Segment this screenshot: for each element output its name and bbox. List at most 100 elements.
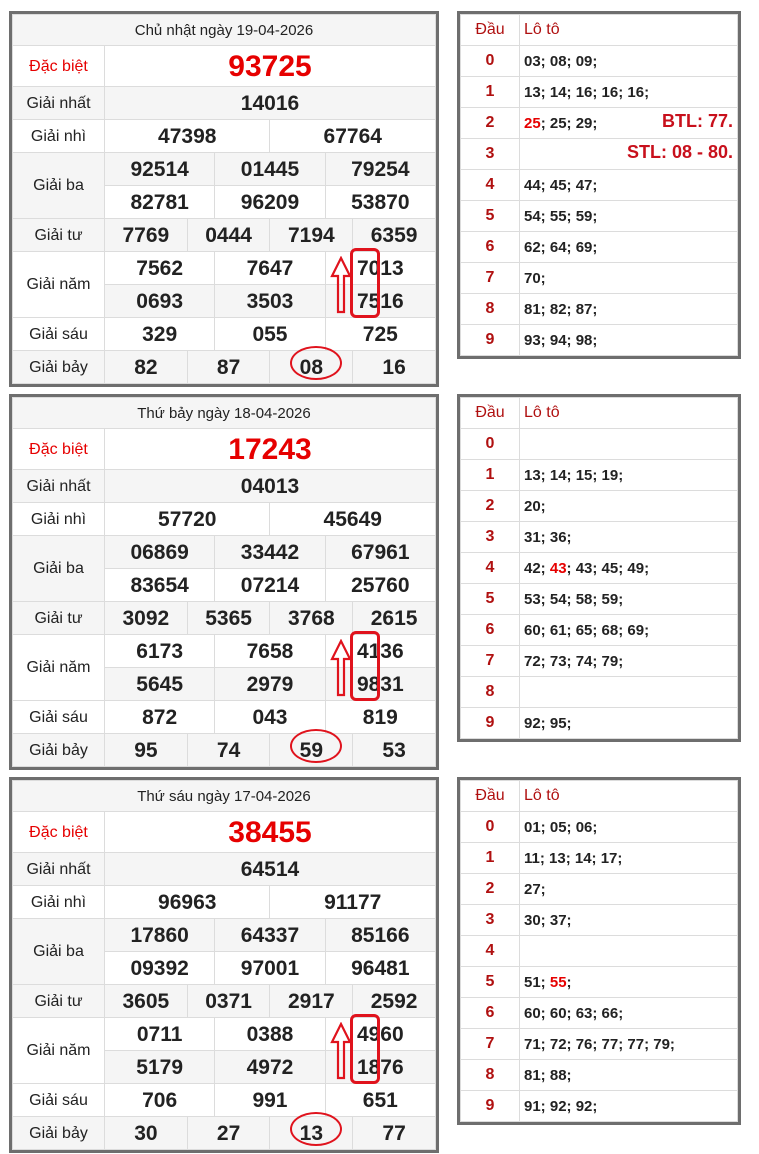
fifth-prize-number: 0388: [214, 1017, 326, 1051]
first-prize-number: 14016: [104, 86, 436, 120]
fourth-prize-number: 5365: [186, 601, 271, 635]
prize-label: Giải nhất: [12, 86, 105, 120]
loto-row: 7 71; 72; 76; 77; 77; 79;: [460, 1028, 738, 1060]
second-prize-number: 91177: [269, 885, 436, 919]
sixth-prize-number: 329: [103, 317, 216, 351]
seventh-prize-number: 53: [352, 733, 436, 767]
second-prize-number: 67764: [269, 119, 436, 153]
loto-number-text: 81; 82; 87;: [524, 300, 598, 318]
loto-head-digit: 2: [460, 490, 520, 522]
loto-number-text: 70;: [524, 269, 546, 287]
loto-values: 93; 94; 98;: [519, 324, 738, 356]
loto-values: 13; 14; 16; 16; 16;: [519, 76, 738, 108]
loto-head-digit: 1: [460, 459, 520, 491]
loto-row: 5 53; 54; 58; 59;: [460, 583, 738, 615]
prediction-note: BTL: 77.: [661, 111, 733, 131]
loto-row: 3 30; 37;: [460, 904, 738, 936]
loto-head-digit: 9: [460, 1090, 520, 1122]
prize-label: Đặc biệt: [12, 811, 105, 853]
prize-label: Giải bảy: [12, 350, 105, 384]
fifth-prize-number: 0693: [103, 284, 216, 318]
loto-values: 81; 82; 87;: [519, 293, 738, 325]
up-arrow-icon: [330, 639, 352, 697]
loto-values: 11; 13; 14; 17;: [519, 842, 738, 874]
prize-label: Giải ba: [12, 535, 105, 602]
loto-values: 51; 55;: [519, 966, 738, 998]
loto-row: 2 20;: [460, 490, 738, 522]
highlight-box: [350, 1014, 380, 1084]
sixth-prize-number: 872: [103, 700, 216, 734]
special-loto-number: 55: [549, 973, 567, 991]
loto-values: 42; 43; 43; 45; 49;: [519, 552, 738, 584]
loto-values: STL: 08 - 80.: [519, 138, 738, 170]
result-table-0: Chủ nhật ngày 19-04-2026 Đặc biệt 93725 Giả…: [9, 11, 439, 387]
fifth-prize-number: 0711: [103, 1017, 216, 1051]
loto-row: 8 81; 88;: [460, 1059, 738, 1091]
loto-head-digit: 0: [460, 428, 520, 460]
fifth-prize-number: 6173: [103, 634, 216, 668]
highlight-circle: [290, 346, 342, 380]
loto-values: 01; 05; 06;: [519, 811, 738, 843]
fourth-prize-number: 2615: [352, 601, 436, 635]
fifth-prize-number: 5179: [103, 1050, 216, 1084]
seventh-prize-number: 77: [352, 1116, 436, 1150]
loto-row: 0 03; 08; 09;: [460, 45, 738, 77]
loto-values: 44; 45; 47;: [519, 169, 738, 201]
loto-number-text: 72; 73; 74; 79;: [524, 652, 624, 670]
prize-label: Giải sáu: [12, 700, 105, 734]
loto-head-digit: 1: [460, 842, 520, 874]
loto-row: 4: [460, 935, 738, 967]
loto-row: 8: [460, 676, 738, 708]
loto-head-digit: 3: [460, 904, 520, 936]
loto-header-head: Đầu: [460, 397, 520, 429]
special-loto-number: 43: [549, 559, 567, 577]
loto-row: 6 60; 60; 63; 66;: [460, 997, 738, 1029]
seventh-prize-number: 16: [352, 350, 436, 384]
prize-label: Giải sáu: [12, 1083, 105, 1117]
loto-number-text: 03; 08; 09;: [524, 52, 598, 70]
fourth-prize-number: 7769: [104, 218, 188, 252]
prize-label: Giải bảy: [12, 1116, 105, 1150]
third-prize-number: 01445: [214, 152, 326, 186]
special-prize-number: 93725: [104, 45, 436, 87]
loto-values: 31; 36;: [519, 521, 738, 553]
fourth-prize-number: 2592: [352, 984, 436, 1018]
loto-head-digit: 6: [460, 231, 520, 263]
loto-row: 3 STL: 08 - 80.: [460, 138, 738, 170]
prize-label: Giải nhất: [12, 852, 105, 886]
loto-values: 53; 54; 58; 59;: [519, 583, 738, 615]
loto-head-digit: 9: [460, 707, 520, 739]
loto-row: 9 92; 95;: [460, 707, 738, 739]
fifth-prize-number: 5645: [103, 667, 216, 701]
loto-head-digit: 6: [460, 614, 520, 646]
fourth-prize-number: 3768: [269, 601, 354, 635]
loto-number-text: 91; 92; 92;: [524, 1097, 598, 1115]
loto-number-text: 60; 60; 63; 66;: [524, 1004, 624, 1022]
first-prize-number: 64514: [104, 852, 436, 886]
loto-row: 6 62; 64; 69;: [460, 231, 738, 263]
second-prize-number: 57720: [103, 502, 271, 536]
loto-head-digit: 7: [460, 1028, 520, 1060]
loto-values: 27;: [519, 873, 738, 905]
loto-values: 25; 25; 29; BTL: 77.: [519, 107, 738, 139]
loto-values: 70;: [519, 262, 738, 294]
loto-head-digit: 5: [460, 583, 520, 615]
loto-values: 92; 95;: [519, 707, 738, 739]
third-prize-number: 79254: [324, 152, 437, 186]
seventh-prize-number: 27: [186, 1116, 271, 1150]
loto-row: 5 51; 55;: [460, 966, 738, 998]
loto-values: 91; 92; 92;: [519, 1090, 738, 1122]
prize-label: Giải tư: [12, 984, 105, 1018]
seventh-prize-number: 82: [104, 350, 188, 384]
loto-row: 2 25; 25; 29; BTL: 77.: [460, 107, 738, 139]
loto-row: 7 72; 73; 74; 79;: [460, 645, 738, 677]
loto-values: 13; 14; 15; 19;: [519, 459, 738, 491]
fourth-prize-number: 7194: [269, 218, 354, 252]
loto-head-digit: 4: [460, 169, 520, 201]
loto-number-text: 01; 05; 06;: [524, 818, 598, 836]
prize-label: Giải tư: [12, 601, 105, 635]
loto-head-digit: 7: [460, 262, 520, 294]
loto-row: 8 81; 82; 87;: [460, 293, 738, 325]
highlight-box: [350, 631, 380, 701]
fourth-prize-number: 3605: [104, 984, 188, 1018]
